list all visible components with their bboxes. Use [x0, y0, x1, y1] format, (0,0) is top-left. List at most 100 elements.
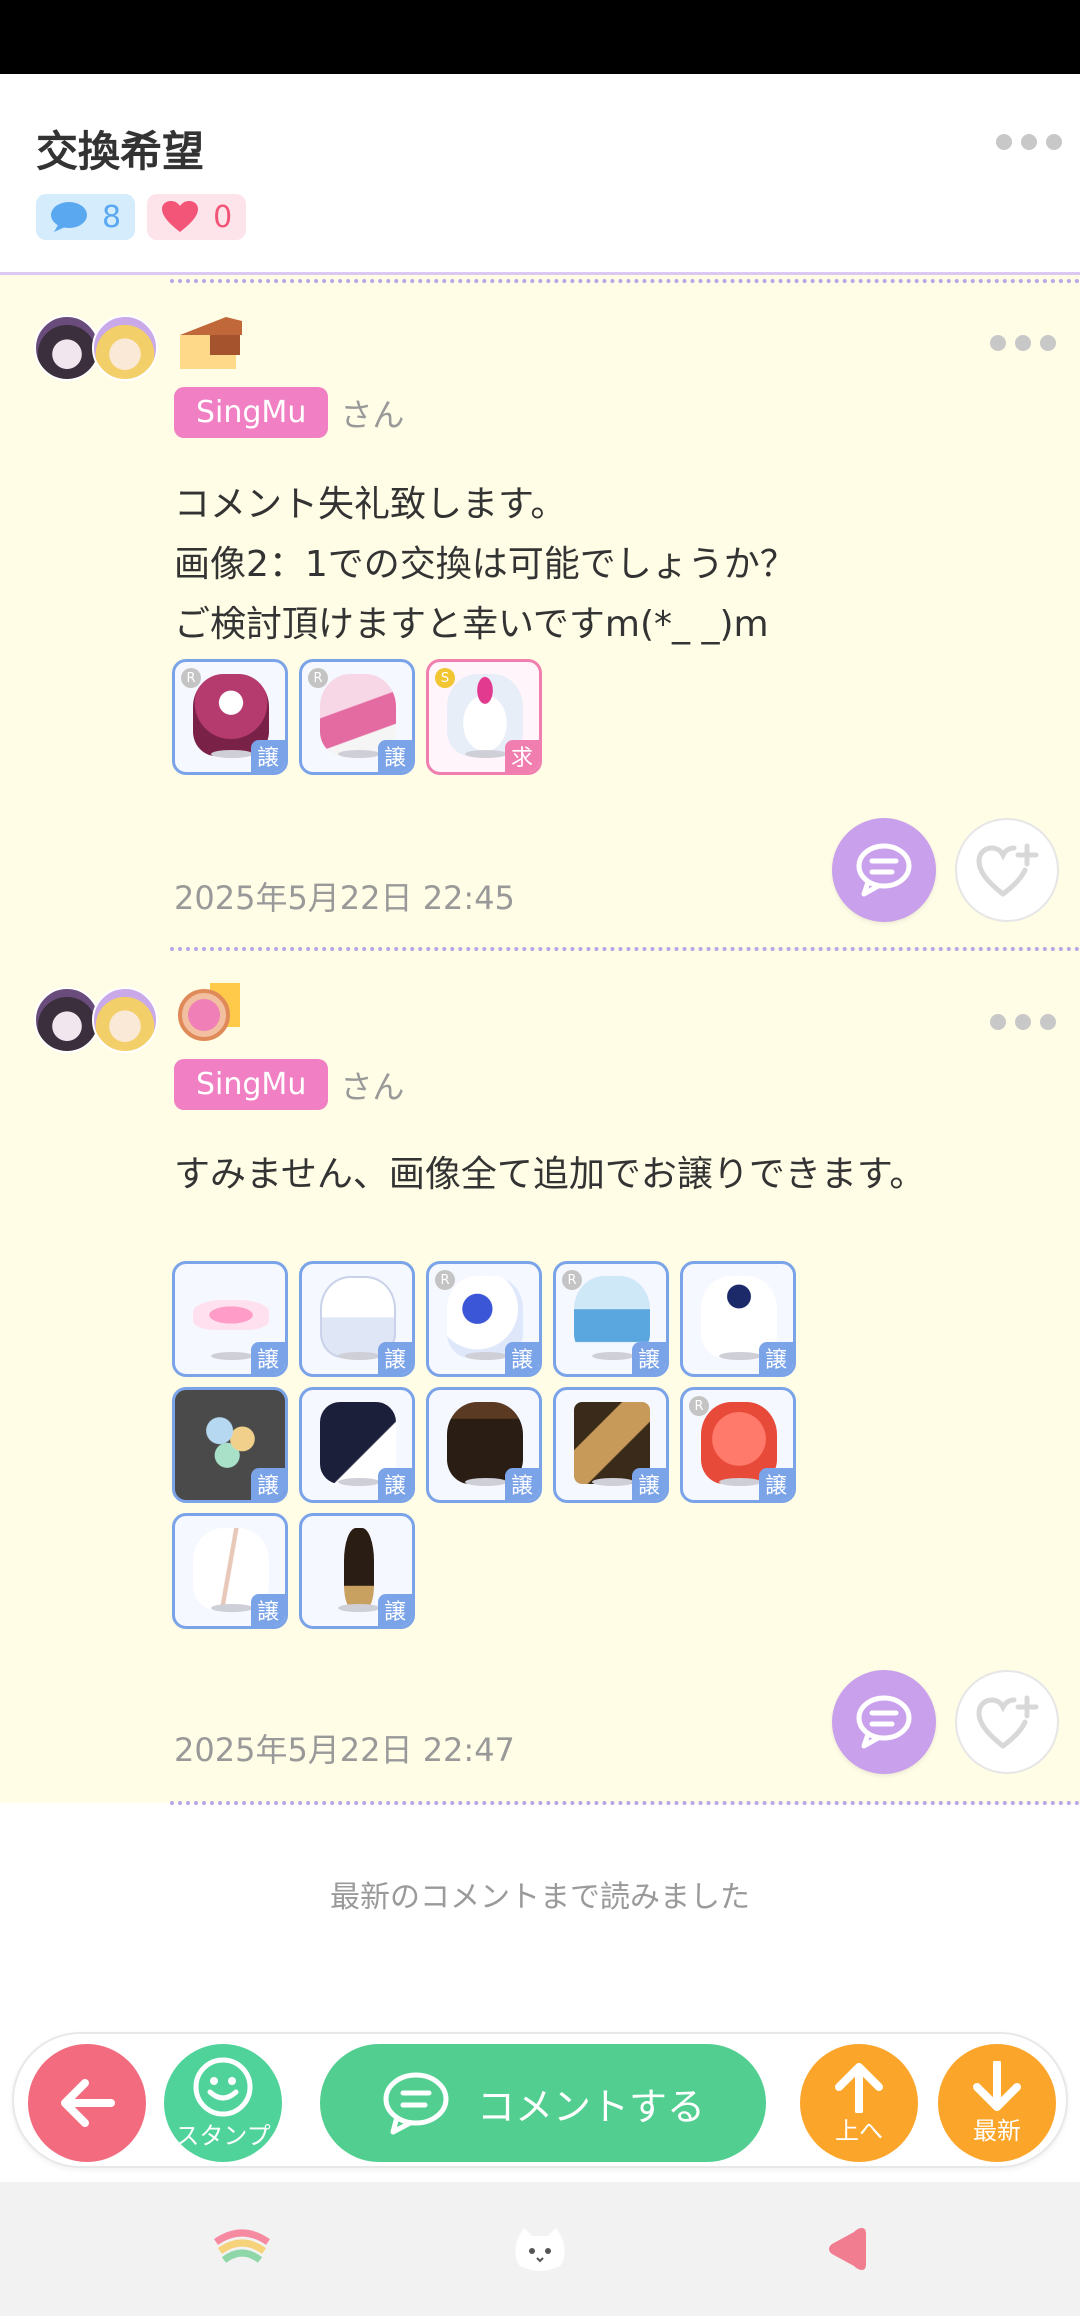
honorific: さん — [340, 1067, 405, 1106]
item-grid: 譲 譲 R 譲 R 譲 譲 譲 譲 譲 譲 R 譲 譲 譲 — [172, 1261, 796, 1629]
more-icon-dot — [1046, 134, 1062, 150]
offer-tag: 譲 — [759, 1468, 793, 1500]
user-row: SingMu さん — [174, 387, 404, 438]
item-thumbnail[interactable]: 譲 — [299, 1387, 415, 1503]
user-name-tag[interactable]: SingMu — [174, 1059, 329, 1110]
item-thumbnail[interactable]: R 譲 — [299, 659, 415, 775]
back-button[interactable] — [28, 2044, 146, 2162]
rarity-badge: R — [435, 1270, 455, 1290]
item-thumbnail[interactable]: 譲 — [172, 1261, 288, 1377]
dotted-divider — [170, 279, 1080, 283]
honorific: さん — [340, 395, 405, 434]
cake-badge-icon — [180, 317, 242, 369]
avatar-pair[interactable] — [34, 987, 164, 1057]
scroll-top-label: 上へ — [835, 2116, 883, 2145]
offer-tag: 譲 — [251, 1342, 285, 1374]
rainbow-icon[interactable] — [212, 2224, 272, 2274]
offer-tag: 譲 — [251, 1468, 285, 1500]
scroll-top-button[interactable]: 上へ — [800, 2044, 918, 2162]
page-title: 交換希望 — [36, 127, 205, 176]
more-icon-dot — [1021, 134, 1037, 150]
comment-line: すみません、画像全て追加でお譲りできます。 — [174, 1154, 926, 1195]
triangle-back-icon[interactable] — [818, 2224, 878, 2274]
user-row: SingMu さん — [174, 1059, 404, 1110]
item-thumbnail[interactable]: R 譲 — [172, 659, 288, 775]
cat-icon[interactable] — [510, 2224, 570, 2274]
item-thumbnail[interactable]: R 譲 — [680, 1387, 796, 1503]
more-icon-dot — [990, 335, 1006, 351]
item-thumbnail[interactable]: 譲 — [299, 1261, 415, 1377]
more-icon-dot — [1015, 335, 1031, 351]
comment-body: すみません、画像全て追加でお譲りできます。 — [174, 1145, 925, 1205]
heart-icon — [162, 201, 199, 232]
offer-tag: 譲 — [505, 1468, 539, 1500]
back-arrow-icon — [61, 2079, 115, 2127]
item-thumbnail[interactable]: 譲 — [172, 1387, 288, 1503]
avatar — [34, 987, 100, 1053]
comment-more-menu[interactable] — [990, 335, 1056, 351]
offer-tag: 譲 — [632, 1342, 666, 1374]
eat-me-badge-icon — [178, 983, 240, 1041]
post-more-menu[interactable] — [996, 134, 1062, 150]
item-thumbnail[interactable]: 譲 — [426, 1387, 542, 1503]
offer-tag: 譲 — [251, 1594, 285, 1626]
rarity-badge: R — [562, 1270, 582, 1290]
offer-tag: 譲 — [632, 1468, 666, 1500]
avatar-pair[interactable] — [34, 315, 164, 385]
heart-plus-icon — [976, 843, 1039, 897]
item-thumbnail[interactable]: S 求 — [426, 659, 542, 775]
user-name-tag[interactable]: SingMu — [174, 387, 329, 438]
like-count: 0 — [213, 199, 233, 235]
item-thumbnail[interactable]: 譲 — [680, 1261, 796, 1377]
like-button[interactable] — [955, 818, 1059, 922]
more-icon-dot — [990, 1014, 1006, 1030]
comment-line: コメント失礼致します。 — [174, 484, 567, 525]
up-arrow-icon — [835, 2062, 883, 2113]
more-icon-dot — [996, 134, 1012, 150]
comment-more-menu[interactable] — [990, 1014, 1056, 1030]
item-thumbnail[interactable]: 譲 — [172, 1513, 288, 1629]
read-all-notice: 最新のコメントまで読みました — [330, 1880, 750, 1915]
comment-count-badge: 8 — [36, 194, 136, 240]
stamp-button[interactable]: スタンプ — [164, 2044, 282, 2162]
more-icon-dot — [1040, 335, 1056, 351]
comment-icon — [383, 2072, 449, 2135]
write-comment-button[interactable]: コメントする — [320, 2044, 766, 2162]
offer-tag: 譲 — [378, 1594, 412, 1626]
offer-tag: 譲 — [378, 740, 412, 772]
dotted-divider — [170, 1801, 1080, 1805]
offer-tag: 譲 — [505, 1342, 539, 1374]
item-thumbnail[interactable]: 譲 — [299, 1513, 415, 1629]
chat-bubble-icon — [51, 202, 87, 232]
rarity-badge: R — [181, 668, 201, 688]
comment-card: SingMu さん すみません、画像全て追加でお譲りできます。 譲 譲 R 譲 … — [0, 945, 1080, 1805]
comment-timestamp: 2025年5月22日 22:45 — [174, 879, 515, 917]
reply-icon — [856, 1695, 912, 1749]
rarity-badge: S — [435, 668, 455, 688]
comment-line: ご検討頂けますと幸いですm(*_ _)m — [174, 604, 769, 645]
heart-plus-icon — [976, 1695, 1039, 1749]
post-header: 交換希望 8 0 — [0, 74, 1080, 274]
reply-button[interactable] — [832, 818, 936, 922]
item-thumbnail[interactable]: R 譲 — [426, 1261, 542, 1377]
more-icon-dot — [1040, 1014, 1056, 1030]
dotted-divider — [170, 947, 1080, 951]
reply-button[interactable] — [832, 1670, 936, 1774]
post-stats: 8 0 — [36, 194, 247, 240]
scroll-latest-button[interactable]: 最新 — [938, 2044, 1056, 2162]
offer-tag: 譲 — [378, 1468, 412, 1500]
avatar — [92, 987, 158, 1053]
comment-line: 画像2：1での交換は可能でしょうか？ — [174, 544, 796, 585]
like-button[interactable] — [955, 1670, 1059, 1774]
comment-timestamp: 2025年5月22日 22:47 — [174, 1731, 515, 1769]
offer-tag: 譲 — [251, 740, 285, 772]
status-bar — [0, 0, 1080, 74]
item-thumbnail[interactable]: R 譲 — [553, 1261, 669, 1377]
action-bar: スタンプ コメントする 上へ 最新 — [12, 2032, 1068, 2168]
scroll-latest-label: 最新 — [973, 2116, 1021, 2145]
wanted-tag: 求 — [505, 740, 539, 772]
item-grid: R 譲 R 譲 S 求 — [172, 659, 796, 775]
item-thumbnail[interactable]: 譲 — [553, 1387, 669, 1503]
offer-tag: 譲 — [378, 1342, 412, 1374]
rarity-badge: R — [689, 1396, 709, 1416]
